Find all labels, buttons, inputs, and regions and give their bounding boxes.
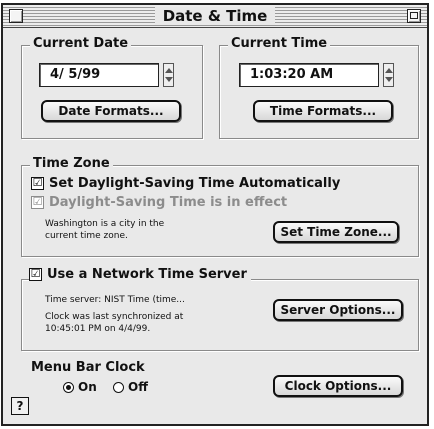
time-zone-info: Washington is a city in the current time… — [45, 218, 164, 242]
title-bar[interactable]: Date & Time — [3, 5, 427, 28]
current-date-group: Current Date — [21, 36, 203, 139]
close-box-icon[interactable] — [9, 9, 23, 23]
clock-on-radio[interactable]: On — [63, 380, 97, 394]
dst-auto-checkbox[interactable]: ☑ Set Daylight-Saving Time Automatically — [31, 176, 340, 191]
sync-info-line2: 10:45:01 PM on 4/4/99. — [45, 324, 151, 334]
time-stepper[interactable] — [383, 63, 394, 87]
current-time-group: Current Time — [219, 36, 419, 139]
time-zone-label: Time Zone — [30, 156, 113, 171]
stepper-up-icon[interactable] — [165, 68, 173, 73]
help-icon[interactable]: ? — [11, 397, 29, 415]
clock-options-button[interactable]: Clock Options... — [273, 375, 403, 397]
dst-in-effect-checkbox: ☑ Daylight-Saving Time is in effect — [31, 195, 287, 210]
zoom-box-icon[interactable] — [407, 9, 421, 23]
checkbox-checked-icon[interactable]: ☑ — [31, 177, 44, 190]
time-formats-button[interactable]: Time Formats... — [253, 100, 393, 122]
time-server-text: Time server: NIST Time (time... — [45, 295, 185, 305]
stepper-up-icon[interactable] — [385, 68, 393, 73]
clock-off-label: Off — [128, 380, 148, 394]
dst-auto-label: Set Daylight-Saving Time Automatically — [49, 176, 341, 191]
date-field[interactable]: 4/ 5/99 — [39, 63, 159, 87]
radio-selected-icon[interactable] — [63, 381, 74, 393]
current-time-label: Current Time — [228, 36, 331, 51]
sync-info-line1: Clock was last synchronized at — [45, 312, 184, 322]
network-time-label: Use a Network Time Server — [47, 267, 247, 282]
set-time-zone-button[interactable]: Set Time Zone... — [273, 221, 399, 243]
stepper-down-icon[interactable] — [165, 77, 173, 82]
window-title: Date & Time — [154, 7, 276, 25]
date-time-window: Date & Time Current Date 4/ 5/99 Date Fo… — [1, 3, 429, 426]
radio-unselected-icon[interactable] — [113, 381, 124, 393]
time-zone-info-line1: Washington is a city in the — [45, 219, 165, 229]
stepper-down-icon[interactable] — [385, 77, 393, 82]
date-formats-button[interactable]: Date Formats... — [41, 100, 181, 122]
clock-on-label: On — [78, 380, 97, 394]
clock-off-radio[interactable]: Off — [113, 380, 148, 394]
menu-bar-clock-label: Menu Bar Clock — [31, 360, 145, 375]
checkbox-checked-icon[interactable]: ☑ — [29, 268, 42, 281]
time-field[interactable]: 1:03:20 AM — [239, 63, 379, 87]
time-zone-info-line2: current time zone. — [45, 231, 128, 241]
sync-info: Clock was last synchronized at 10:45:01 … — [45, 311, 183, 335]
date-stepper[interactable] — [163, 63, 174, 87]
dst-in-effect-label: Daylight-Saving Time is in effect — [49, 195, 288, 210]
network-time-checkbox[interactable]: ☑ Use a Network Time Server — [29, 267, 251, 282]
server-options-button[interactable]: Server Options... — [273, 299, 403, 321]
checkbox-checked-icon: ☑ — [31, 195, 44, 209]
current-date-label: Current Date — [30, 36, 132, 51]
